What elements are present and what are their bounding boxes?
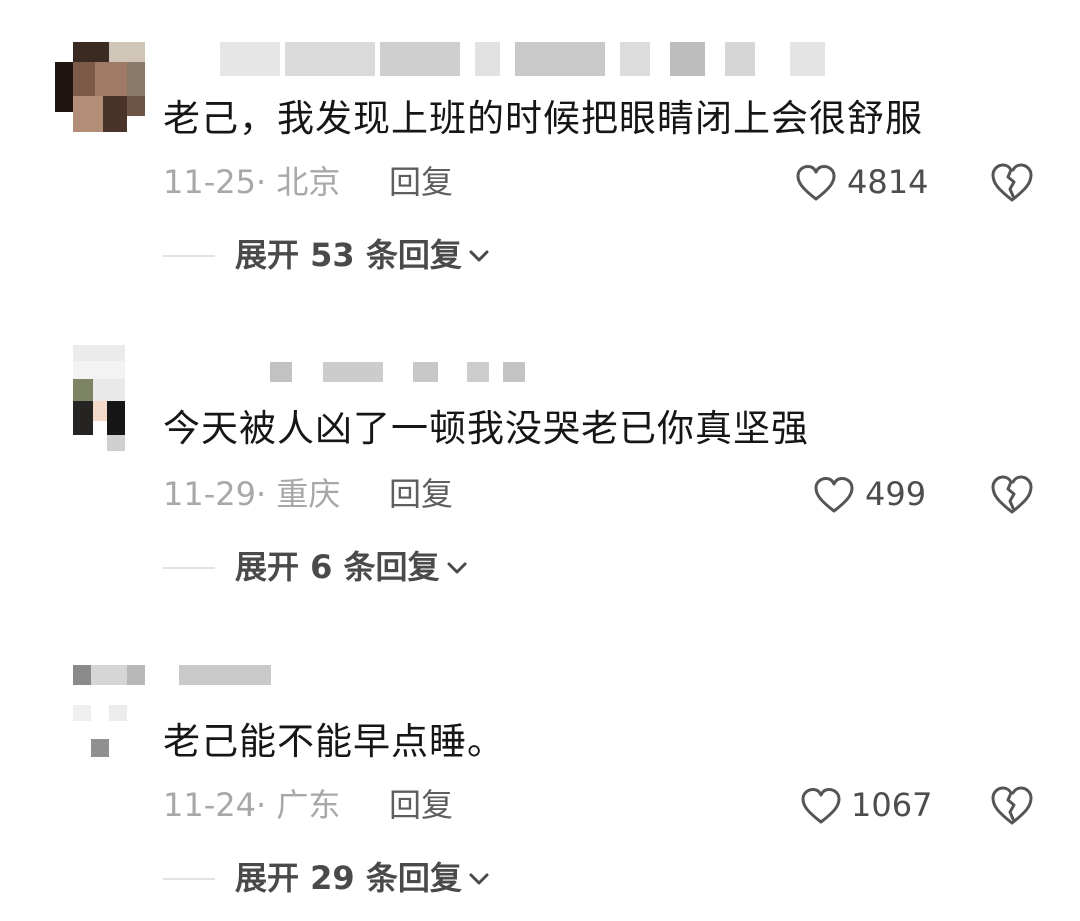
expand-replies-label: 展开 6 条回复 xyxy=(235,548,440,586)
comment-date-location: 11-24· 广东 xyxy=(163,786,341,824)
broken-heart-icon[interactable] xyxy=(989,785,1035,827)
avatar[interactable] xyxy=(55,345,145,451)
chevron-down-icon xyxy=(469,873,489,885)
comment-meta: 11-24· 广东 回复 1067 xyxy=(163,785,1063,825)
username-blurred[interactable] xyxy=(165,362,525,396)
expand-replies-button[interactable]: 展开 29 条回复 xyxy=(163,858,663,898)
reply-button[interactable]: 回复 xyxy=(389,474,453,514)
comment-text: 今天被人凶了一顿我没哭老已你真坚强 xyxy=(163,407,809,450)
comment-meta: 11-29· 重庆 回复 499 xyxy=(163,474,1063,514)
comment-date-location: 11-29· 重庆 xyxy=(163,475,341,513)
comment-item: 老己能不能早点睡。 11-24· 广东 回复 1067 展开 29 条回复 xyxy=(0,0,1080,897)
expand-replies-button[interactable]: 展开 6 条回复 xyxy=(163,547,663,587)
divider-line xyxy=(163,567,215,569)
username-blurred[interactable] xyxy=(165,665,285,699)
broken-heart-icon[interactable] xyxy=(989,474,1035,516)
like-count: 1067 xyxy=(851,786,933,824)
comment-text: 老己能不能早点睡。 xyxy=(163,720,505,763)
expand-replies-label: 展开 29 条回复 xyxy=(235,859,462,897)
avatar[interactable] xyxy=(55,665,145,757)
like-count: 499 xyxy=(865,475,927,513)
reply-button[interactable]: 回复 xyxy=(389,785,453,825)
heart-outline-icon[interactable] xyxy=(800,787,842,825)
divider-line xyxy=(163,878,215,880)
heart-outline-icon[interactable] xyxy=(813,476,855,514)
chevron-down-icon xyxy=(447,562,467,574)
